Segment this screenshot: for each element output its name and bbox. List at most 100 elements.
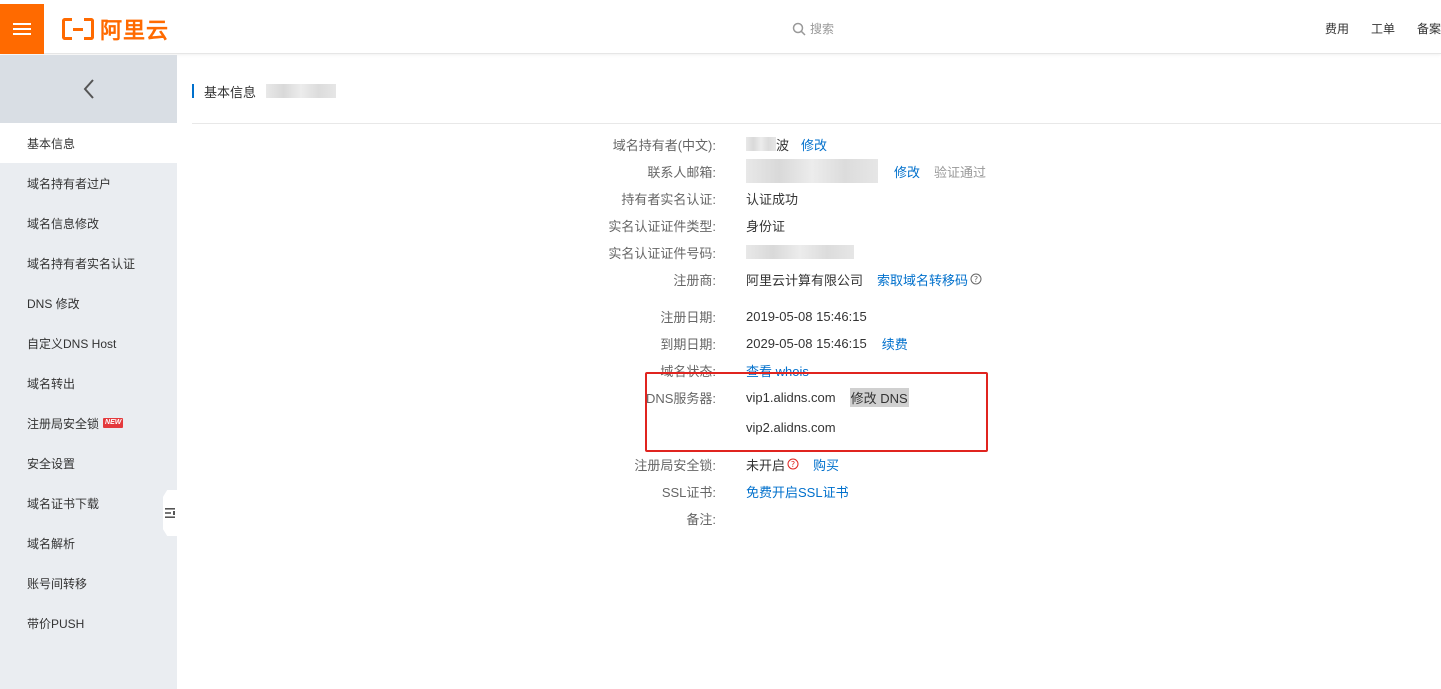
search-placeholder: 搜索 bbox=[810, 22, 835, 36]
field-label: 持有者实名认证: bbox=[621, 191, 716, 207]
back-button[interactable] bbox=[0, 55, 177, 123]
field-reg-date: 注册日期: 2019-05-08 15:46:15 bbox=[560, 306, 867, 326]
chevron-left-icon bbox=[83, 79, 94, 99]
reg-date-value: 2019-05-08 15:46:15 bbox=[746, 308, 867, 324]
field-status: 域名状态: 查看 whois bbox=[560, 360, 809, 380]
sidebar-item-cert-download[interactable]: 域名证书下载 bbox=[0, 483, 177, 523]
modify-dns-link[interactable]: 修改 DNS bbox=[849, 387, 909, 407]
field-dns: DNS服务器: vip1.alidns.com 修改 DNS bbox=[560, 387, 909, 407]
aliyun-logo[interactable]: 阿里云 bbox=[62, 16, 170, 43]
sidebar-item-realname[interactable]: 域名持有者实名认证 bbox=[0, 243, 177, 283]
field-label: 注册日期: bbox=[660, 309, 716, 325]
redacted-email bbox=[746, 159, 878, 183]
sidebar-item-label: 安全设置 bbox=[27, 456, 76, 471]
sidebar-item-label: 基本信息 bbox=[27, 136, 76, 151]
field-ssl: SSL证书: 免费开启SSL证书 bbox=[560, 481, 849, 501]
lock-value: 未开启 bbox=[746, 457, 786, 473]
field-label: 注册商: bbox=[673, 272, 716, 288]
aliyun-logo-icon bbox=[62, 18, 94, 40]
sidebar-collapse-toggle[interactable] bbox=[163, 490, 177, 536]
top-link-tickets[interactable]: 工单 bbox=[1371, 20, 1395, 37]
field-registry-lock: 注册局安全锁: 未开启 ? 购买 bbox=[560, 454, 839, 474]
field-exp-date: 到期日期: 2029-05-08 15:46:15 续费 bbox=[560, 333, 908, 353]
sidebar-item-label: 域名转出 bbox=[27, 376, 76, 391]
search-icon bbox=[792, 22, 806, 36]
sidebar-item-transfer-out[interactable]: 域名转出 bbox=[0, 363, 177, 403]
sidebar-item-label: 自定义DNS Host bbox=[27, 336, 117, 351]
redacted-name bbox=[746, 137, 776, 151]
title-accent-bar bbox=[192, 84, 194, 98]
sidebar-item-label: 注册局安全锁 bbox=[27, 416, 100, 431]
modify-holder-link[interactable]: 修改 bbox=[801, 135, 827, 154]
hamburger-icon bbox=[13, 23, 31, 35]
sidebar-item-security-settings[interactable]: 安全设置 bbox=[0, 443, 177, 483]
lock-help-icon[interactable]: ? bbox=[787, 458, 799, 470]
sidebar-item-label: 账号间转移 bbox=[27, 576, 88, 591]
sidebar-item-label: 域名信息修改 bbox=[27, 216, 100, 231]
free-ssl-link[interactable]: 免费开启SSL证书 bbox=[746, 482, 849, 501]
sidebar-item-label: 域名持有者实名认证 bbox=[27, 256, 136, 271]
redacted-cert-no bbox=[746, 245, 854, 259]
field-cert-type: 实名认证证件类型: 身份证 bbox=[560, 215, 785, 235]
field-realname: 持有者实名认证: 认证成功 bbox=[560, 188, 798, 208]
sidebar-item-dns-resolve[interactable]: 域名解析 bbox=[0, 523, 177, 563]
sidebar-item-holder-transfer[interactable]: 域名持有者过户 bbox=[0, 163, 177, 203]
sidebar-item-basic-info[interactable]: 基本信息 bbox=[0, 123, 177, 163]
sidebar-item-label: 带价PUSH bbox=[27, 616, 85, 631]
buy-lock-link[interactable]: 购买 bbox=[813, 455, 839, 474]
exp-date-value: 2029-05-08 15:46:15 bbox=[746, 335, 867, 351]
sidebar-item-account-transfer[interactable]: 账号间转移 bbox=[0, 563, 177, 603]
highlight-annotation-box bbox=[645, 372, 988, 452]
sidebar-item-label: DNS 修改 bbox=[27, 296, 80, 311]
sidebar-item-info-modify[interactable]: 域名信息修改 bbox=[0, 203, 177, 243]
whois-link[interactable]: 查看 whois bbox=[746, 361, 809, 380]
sidebar-item-label: 域名解析 bbox=[27, 536, 76, 551]
header-divider bbox=[192, 123, 1441, 124]
sidebar-item-price-push[interactable]: 带价PUSH bbox=[0, 603, 177, 643]
help-icon[interactable]: ? bbox=[970, 273, 982, 285]
field-label: DNS服务器: bbox=[645, 390, 716, 406]
field-holder-cn: 域名持有者(中文): 波 修改 bbox=[560, 134, 827, 154]
field-label: 联系人邮箱: bbox=[647, 164, 716, 180]
collapse-icon bbox=[165, 508, 175, 518]
top-link-fees[interactable]: 费用 bbox=[1325, 20, 1349, 37]
renew-link[interactable]: 续费 bbox=[882, 334, 908, 353]
holder-name: 波 bbox=[776, 137, 790, 153]
field-note: 备注: bbox=[560, 508, 746, 528]
email-verified-status: 验证通过 bbox=[934, 164, 987, 180]
modify-email-link[interactable]: 修改 bbox=[894, 162, 920, 181]
cert-type-value: 身份证 bbox=[746, 218, 786, 234]
field-cert-no: 实名认证证件号码: bbox=[560, 242, 854, 262]
sidebar-item-label: 域名持有者过户 bbox=[27, 176, 112, 191]
search-box[interactable]: 搜索 bbox=[792, 20, 834, 37]
menu-button[interactable] bbox=[0, 4, 44, 54]
sidebar-item-dns-modify[interactable]: DNS 修改 bbox=[0, 283, 177, 323]
page-header: 基本信息 bbox=[192, 80, 337, 102]
field-dns-2: vip2.alidns.com bbox=[560, 417, 836, 437]
field-label: 备注: bbox=[686, 511, 716, 527]
field-registrar: 注册商: 阿里云计算有限公司 索取域名转移码 ? bbox=[560, 269, 982, 289]
dns-server-1: vip1.alidns.com bbox=[746, 389, 836, 405]
dns-server-2: vip2.alidns.com bbox=[746, 419, 836, 435]
page-title: 基本信息 bbox=[204, 84, 257, 100]
field-email: 联系人邮箱: 修改 验证通过 bbox=[560, 159, 987, 183]
field-label: SSL证书: bbox=[661, 484, 716, 500]
top-link-icp[interactable]: 备案 bbox=[1417, 20, 1441, 37]
logo-text: 阿里云 bbox=[100, 18, 170, 43]
top-bar: 阿里云 搜索 费用 工单 备案 bbox=[0, 0, 1441, 54]
realname-value: 认证成功 bbox=[746, 191, 799, 207]
top-links: 费用 工单 备案 bbox=[1325, 20, 1441, 37]
field-label: 实名认证证件号码: bbox=[608, 245, 716, 261]
svg-text:?: ? bbox=[974, 275, 978, 284]
new-badge: NEW bbox=[103, 418, 124, 428]
registrar-value: 阿里云计算有限公司 bbox=[746, 272, 864, 288]
field-label: 注册局安全锁: bbox=[634, 457, 716, 473]
get-transfer-code-link[interactable]: 索取域名转移码 bbox=[877, 270, 968, 289]
redacted-domain bbox=[266, 84, 337, 98]
sidebar-item-custom-dns-host[interactable]: 自定义DNS Host bbox=[0, 323, 177, 363]
sidebar-item-registry-lock[interactable]: 注册局安全锁 NEW bbox=[0, 403, 177, 443]
field-label: 域名状态: bbox=[660, 363, 716, 379]
field-label: 实名认证证件类型: bbox=[608, 218, 716, 234]
field-label: 域名持有者(中文): bbox=[612, 137, 716, 153]
sidebar-item-label: 域名证书下载 bbox=[27, 496, 100, 511]
